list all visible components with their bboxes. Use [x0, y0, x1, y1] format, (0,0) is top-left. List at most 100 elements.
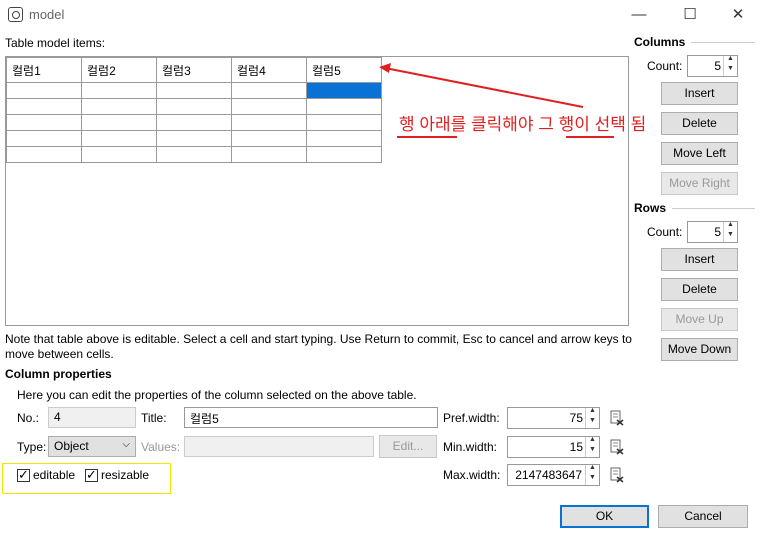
column-move-right-button[interactable]: Move Right	[661, 172, 738, 195]
table-row[interactable]	[6, 114, 382, 131]
columns-count-label: Count:	[647, 59, 683, 73]
table-cell[interactable]	[231, 130, 307, 147]
min-width-value: 15	[569, 440, 583, 454]
column-header[interactable]: 컬럼1	[6, 57, 82, 83]
rows-group-title: Rows	[634, 201, 667, 215]
ok-button[interactable]: OK	[560, 505, 649, 528]
table-row[interactable]	[6, 130, 382, 147]
table-cell[interactable]	[81, 114, 157, 131]
table-cell[interactable]	[231, 98, 307, 115]
separator	[672, 208, 755, 209]
row-move-up-button[interactable]: Move Up	[661, 308, 738, 331]
row-delete-button[interactable]: Delete	[661, 278, 738, 301]
column-move-left-button[interactable]: Move Left	[661, 142, 738, 165]
table-cell[interactable]	[306, 98, 382, 115]
table-cell[interactable]	[81, 146, 157, 163]
type-select[interactable]: Object ⌵	[48, 436, 136, 457]
table-cell[interactable]	[306, 82, 382, 99]
columns-count-spinner[interactable]: 5	[687, 55, 738, 77]
spinner-arrows[interactable]	[585, 464, 599, 485]
close-button[interactable]: ✕	[723, 4, 753, 26]
annotation-text: 행 아래를 클릭해야 그 행이 선택 됨	[399, 115, 647, 134]
pref-width-label: Pref.width:	[443, 411, 500, 425]
column-insert-button[interactable]: Insert	[661, 82, 738, 105]
table-cell[interactable]	[306, 146, 382, 163]
rows-count-label: Count:	[647, 225, 683, 239]
editable-checkbox[interactable]	[17, 467, 30, 483]
column-header[interactable]: 컬럼4	[231, 57, 307, 83]
table-row[interactable]	[6, 146, 382, 163]
table-cell[interactable]	[231, 146, 307, 163]
table-cell[interactable]	[6, 130, 82, 147]
row-insert-button[interactable]: Insert	[661, 248, 738, 271]
reset-icon[interactable]	[610, 439, 624, 455]
max-width-value: 2147483647	[515, 468, 582, 482]
max-width-label: Max.width:	[443, 468, 501, 482]
no-field: 4	[48, 407, 136, 428]
resizable-label[interactable]: resizable	[101, 468, 149, 482]
table-cell[interactable]	[156, 82, 232, 99]
title-label: Title:	[141, 411, 167, 425]
row-move-down-button[interactable]: Move Down	[661, 338, 738, 361]
no-label: No.:	[17, 411, 40, 425]
table-cell[interactable]	[306, 114, 382, 131]
items-table[interactable]: 컬럼1 컬럼2 컬럼3 컬럼4 컬럼5	[6, 57, 382, 163]
table-row[interactable]	[6, 98, 382, 115]
columns-group-title: Columns	[634, 35, 686, 49]
max-width-spinner[interactable]: 2147483647	[507, 464, 600, 486]
table-cell[interactable]	[231, 82, 307, 99]
resizable-checkbox[interactable]	[85, 467, 98, 483]
rows-count-value: 5	[714, 225, 721, 239]
annotation-underline	[566, 136, 614, 138]
annotation-underline	[397, 136, 457, 138]
annotation-arrow	[379, 63, 584, 108]
reset-icon[interactable]	[610, 467, 624, 483]
column-header[interactable]: 컬럼3	[156, 57, 232, 83]
edit-values-button[interactable]: Edit...	[379, 435, 437, 458]
table-cell[interactable]	[81, 98, 157, 115]
app-icon	[8, 7, 23, 22]
column-properties-title: Column properties	[5, 367, 112, 381]
table-cell[interactable]	[156, 114, 232, 131]
table-cell[interactable]	[156, 98, 232, 115]
spinner-arrows[interactable]	[585, 436, 599, 457]
title-field[interactable]: 컬럼5	[184, 407, 438, 428]
table-cell[interactable]	[81, 130, 157, 147]
window-title: model	[29, 7, 65, 22]
table-cell[interactable]	[306, 130, 382, 147]
table-cell[interactable]	[6, 146, 82, 163]
minimize-button[interactable]: —	[624, 4, 654, 26]
type-select-value: Object	[54, 439, 89, 453]
column-header[interactable]: 컬럼2	[81, 57, 157, 83]
column-delete-button[interactable]: Delete	[661, 112, 738, 135]
table-cell[interactable]	[81, 82, 157, 99]
pref-width-value: 75	[569, 411, 583, 425]
min-width-spinner[interactable]: 15	[507, 436, 600, 458]
maximize-button[interactable]: ☐	[675, 4, 705, 26]
table-cell[interactable]	[156, 146, 232, 163]
cancel-button[interactable]: Cancel	[658, 505, 748, 528]
editable-label[interactable]: editable	[33, 468, 75, 482]
table-cell[interactable]	[231, 114, 307, 131]
min-width-label: Min.width:	[443, 440, 498, 454]
spinner-arrows[interactable]	[723, 221, 737, 242]
editing-note: Note that table above is editable. Selec…	[5, 332, 632, 361]
rows-count-spinner[interactable]: 5	[687, 221, 738, 243]
values-field	[184, 436, 374, 457]
reset-icon[interactable]	[610, 410, 624, 426]
table-cell[interactable]	[6, 82, 82, 99]
table-label: Table model items:	[5, 36, 106, 50]
table-row[interactable]	[6, 82, 382, 99]
table-cell[interactable]	[6, 98, 82, 115]
table-cell[interactable]	[156, 130, 232, 147]
type-label: Type:	[17, 440, 47, 454]
chevron-down-icon: ⌵	[122, 439, 130, 450]
table-cell[interactable]	[6, 114, 82, 131]
spinner-arrows[interactable]	[585, 407, 599, 428]
columns-count-value: 5	[714, 59, 721, 73]
column-header[interactable]: 컬럼5	[306, 57, 382, 83]
values-label: Values:	[141, 440, 181, 454]
separator	[691, 42, 755, 43]
spinner-arrows[interactable]	[723, 55, 737, 76]
pref-width-spinner[interactable]: 75	[507, 407, 600, 429]
